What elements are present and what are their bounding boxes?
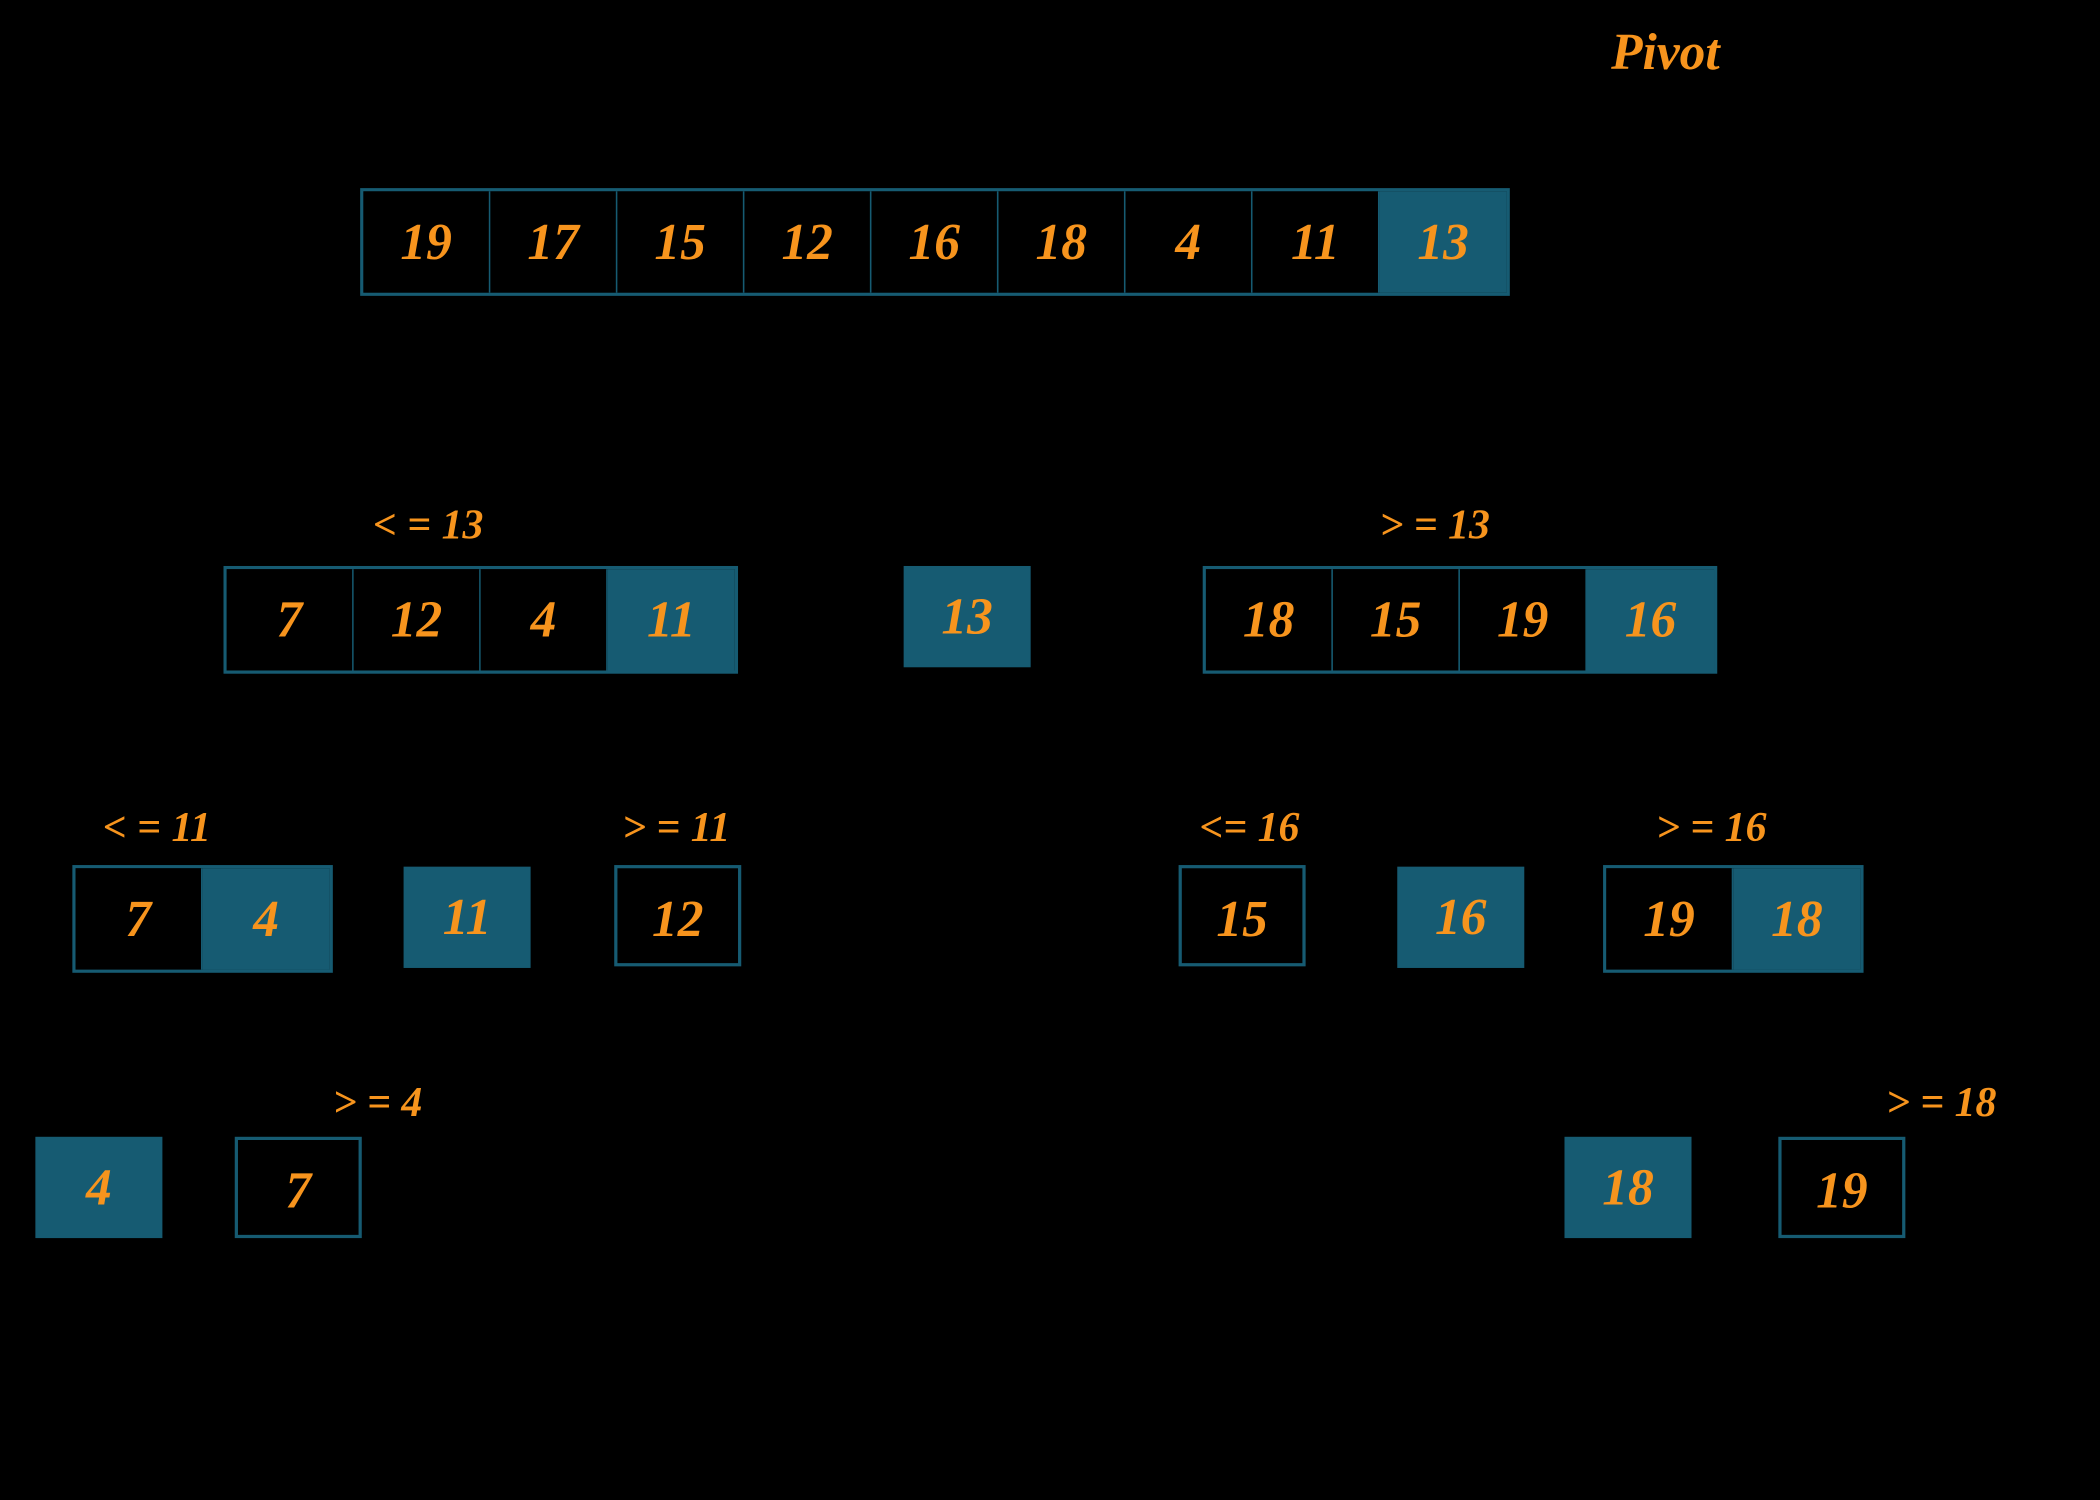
level1-right-cell: 19 — [1460, 569, 1587, 670]
level2-rr-array: 19 18 — [1603, 865, 1863, 973]
level0-cell: 19 — [363, 191, 490, 292]
level1-left-cell: 4 — [481, 569, 608, 670]
level1-left-cell: 12 — [354, 569, 481, 670]
pivot-title: Pivot — [1611, 23, 1720, 82]
level1-right-cell: 15 — [1333, 569, 1460, 670]
level1-left-label: < = 13 — [373, 502, 483, 550]
level3-l-value: 7 — [235, 1137, 362, 1238]
level0-cell: 16 — [871, 191, 998, 292]
level2-ll-array: 7 4 — [72, 865, 332, 973]
level3-r-label: > = 18 — [1886, 1079, 1996, 1127]
level0-cell: 4 — [1126, 191, 1253, 292]
level0-cell-pivot: 13 — [1380, 191, 1507, 292]
level0-cell: 15 — [617, 191, 744, 292]
level2-l-center-pivot: 11 — [404, 867, 531, 968]
level2-ll-label: < = 11 — [103, 804, 211, 852]
level3-l-pivot: 4 — [35, 1137, 162, 1238]
level2-rl-label: <= 16 — [1199, 804, 1299, 852]
level0-cell: 11 — [1253, 191, 1380, 292]
level0-cell: 17 — [490, 191, 617, 292]
level1-right-label: > = 13 — [1380, 502, 1490, 550]
level2-rl-single: 15 — [1179, 865, 1306, 966]
level2-rr-label: > = 16 — [1656, 804, 1766, 852]
level1-right-cell-pivot: 16 — [1587, 569, 1714, 670]
level1-left-cell-pivot: 11 — [608, 569, 735, 670]
level2-rr-cell-pivot: 18 — [1733, 868, 1860, 969]
level1-right-cell: 18 — [1206, 569, 1333, 670]
level0-cell: 12 — [744, 191, 871, 292]
level0-cell: 18 — [999, 191, 1126, 292]
level2-r-center-pivot: 16 — [1397, 867, 1524, 968]
level3-l-label: > = 4 — [333, 1079, 422, 1127]
level3-r-value: 19 — [1778, 1137, 1905, 1238]
level1-right-array: 18 15 19 16 — [1203, 566, 1718, 674]
level1-left-array: 7 12 4 11 — [223, 566, 738, 674]
level2-rr-cell: 19 — [1606, 868, 1733, 969]
level2-lr-single: 12 — [614, 865, 741, 966]
level1-center-pivot: 13 — [904, 566, 1031, 667]
level3-r-pivot: 18 — [1564, 1137, 1691, 1238]
level1-left-cell: 7 — [227, 569, 354, 670]
level2-ll-cell: 7 — [76, 868, 203, 969]
level0-array: 19 17 15 12 16 18 4 11 13 — [360, 188, 1510, 296]
level2-ll-cell-pivot: 4 — [203, 868, 330, 969]
level2-lr-label: > = 11 — [622, 804, 730, 852]
